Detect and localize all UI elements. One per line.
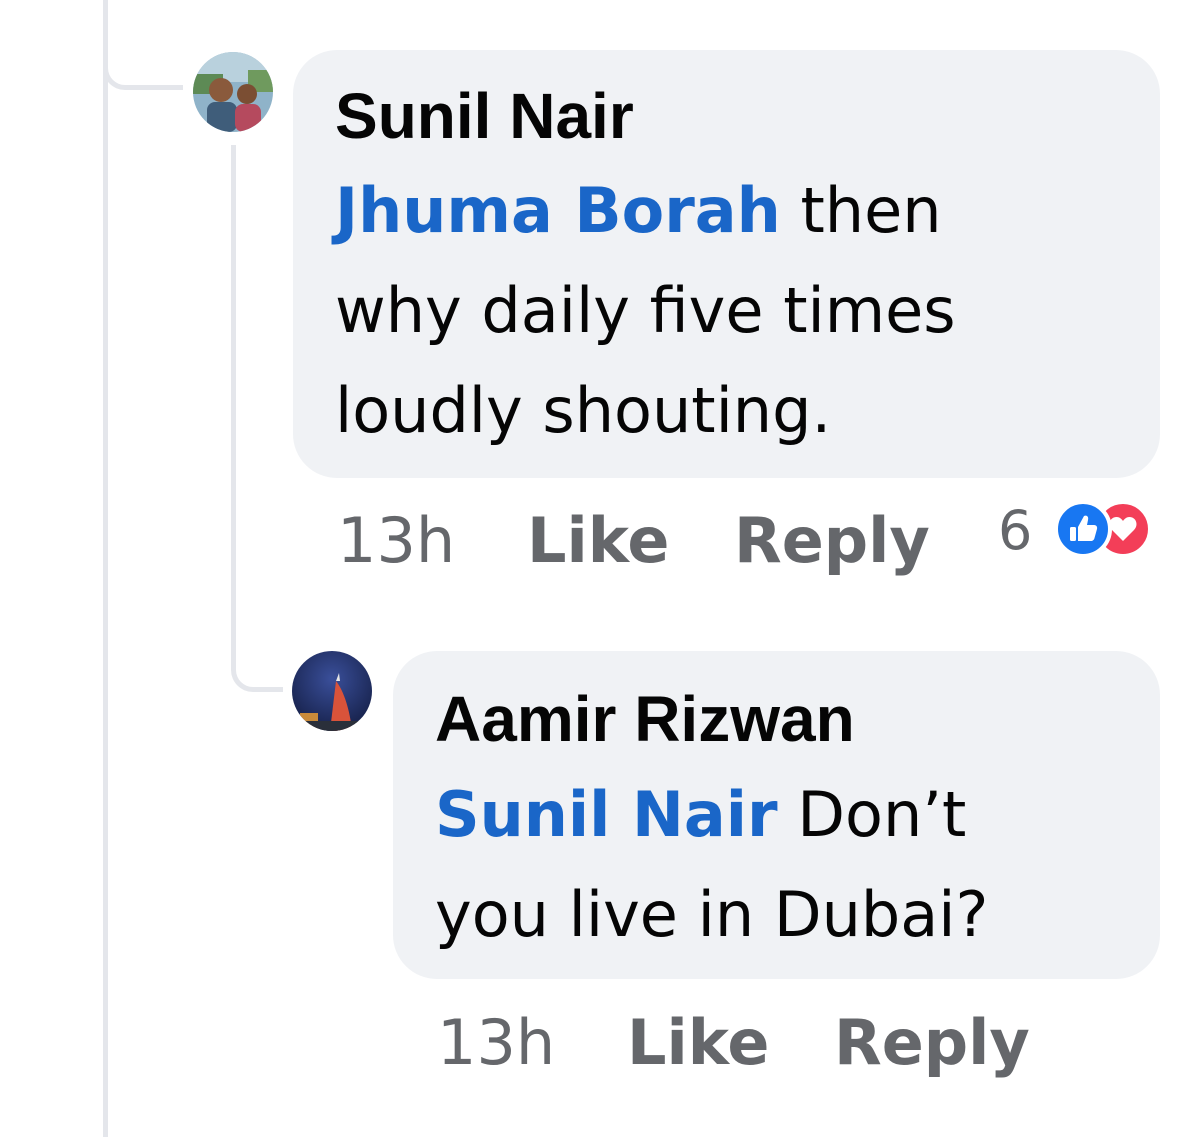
avatar-sunil-nair[interactable] — [193, 52, 273, 132]
comment-text: then — [780, 174, 942, 247]
avatar-aamir-rizwan[interactable] — [292, 651, 372, 731]
thread-connector-2 — [231, 640, 283, 692]
mention-link[interactable]: Sunil Nair — [435, 778, 778, 851]
thread-connector-1 — [103, 40, 183, 90]
profile-photo-icon — [292, 651, 372, 731]
reaction-summary[interactable]: 6 — [998, 500, 1163, 564]
reaction-count: 6 — [998, 499, 1033, 562]
comment-text-line-1: Jhuma Borah then — [335, 161, 942, 261]
comment-bubble-1: Sunil Nair Jhuma Borah then why daily fi… — [293, 50, 1160, 478]
reply-button[interactable]: Reply — [734, 510, 930, 572]
comment-text-line-2: you live in Dubai? — [435, 878, 989, 951]
reply-button[interactable]: Reply — [834, 1012, 1030, 1074]
like-button[interactable]: Like — [627, 1012, 769, 1074]
thread-line-main — [103, 0, 108, 1137]
comment-text-line-3: loudly shouting. — [335, 374, 832, 447]
like-button[interactable]: Like — [527, 510, 669, 572]
comment-author-name[interactable]: Aamir Rizwan — [435, 687, 855, 751]
comment-timestamp[interactable]: 13h — [437, 1012, 555, 1074]
comment-bubble-2: Aamir Rizwan Sunil Nair Don’t you live i… — [393, 651, 1160, 979]
comment-actions-2: 13h Like Reply — [437, 1012, 1057, 1082]
profile-photo-icon — [193, 52, 273, 132]
comment-timestamp[interactable]: 13h — [337, 510, 455, 572]
comment-text-line-2: why daily five times — [335, 274, 956, 347]
like-icon — [1054, 500, 1112, 558]
comment-actions-1: 13h Like Reply — [337, 510, 937, 580]
thread-line-nested — [231, 145, 236, 645]
comment-thread: Sunil Nair Jhuma Borah then why daily fi… — [0, 0, 1200, 1137]
comment-text-line-1: Sunil Nair Don’t — [435, 765, 966, 865]
mention-link[interactable]: Jhuma Borah — [335, 174, 781, 247]
comment-author-name[interactable]: Sunil Nair — [335, 84, 634, 148]
comment-text: Don’t — [777, 778, 967, 851]
